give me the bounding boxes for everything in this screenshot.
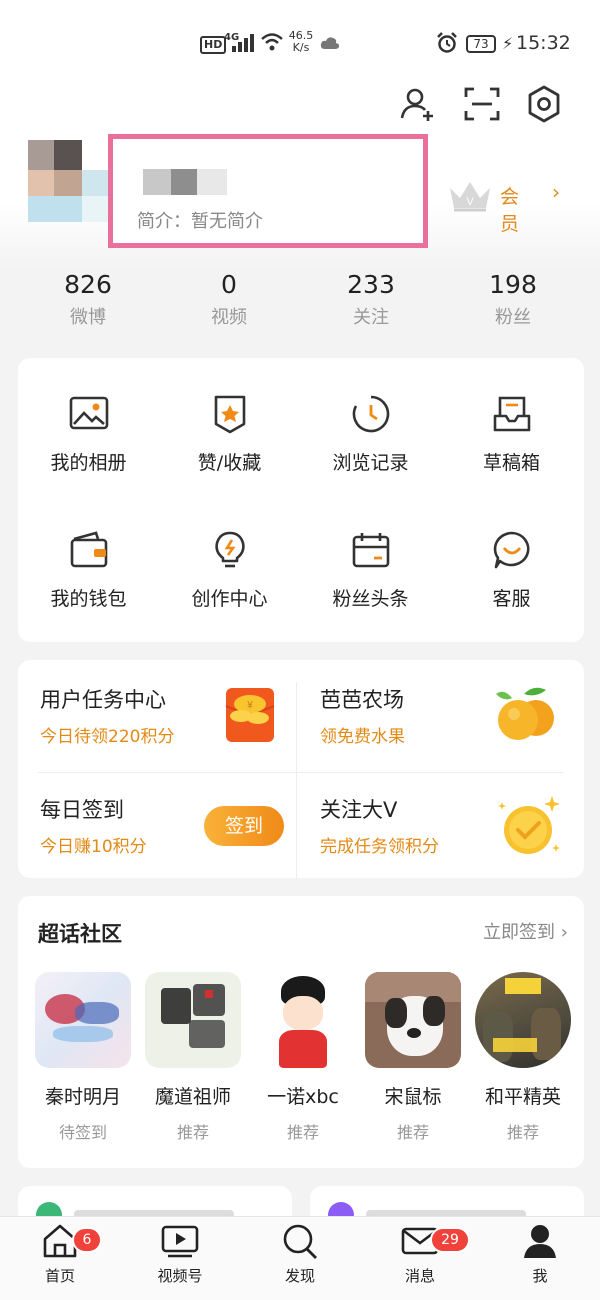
checkin-button[interactable]: 签到 — [204, 806, 284, 846]
checkin-all-link[interactable]: 立即签到 › — [483, 918, 568, 944]
tool-photo-album[interactable]: 我的相册 — [18, 394, 159, 475]
tab-home[interactable]: 首页 — [0, 1221, 120, 1286]
task-baba-farm[interactable]: 芭芭农场 领免费水果 — [320, 684, 405, 747]
topic-thumbnail — [365, 972, 461, 1068]
fruit-icon — [496, 687, 554, 740]
add-friend-icon[interactable] — [398, 84, 438, 124]
tasks-card: 用户任务中心 今日待领220积分 ¥ 芭芭农场 领免费水果 每日签到 今日赚10… — [18, 660, 584, 882]
topic-thumbnail — [145, 972, 241, 1068]
super-topics-title: 超话社区 — [38, 922, 122, 946]
topic-item[interactable]: 秦时明月 待签到 — [28, 972, 138, 1143]
profile-info-highlight[interactable]: 简介：暂无简介 — [108, 134, 428, 248]
topic-item[interactable]: 魔道祖师 推荐 — [138, 972, 248, 1143]
divider — [38, 772, 564, 773]
topic-item[interactable]: 宋鼠标 推荐 — [358, 972, 468, 1143]
bottom-tab-bar: 首页 6 视频号 发现 消息 29 我 — [0, 1216, 600, 1300]
battery-level: 73 — [466, 35, 496, 53]
chevron-right-icon: › — [560, 922, 568, 943]
photo-album-icon — [69, 396, 108, 430]
divider — [296, 682, 297, 882]
crown-icon: V — [450, 182, 490, 212]
fan-headline-icon — [352, 533, 389, 568]
network-speed: 46.5 K/s — [288, 29, 314, 54]
clock: 15:32 — [516, 32, 571, 54]
stat-weibo[interactable]: 826 微博 — [23, 270, 153, 329]
avatar[interactable] — [28, 140, 108, 222]
wallet-icon — [70, 531, 107, 568]
stat-video[interactable]: 0 视频 — [164, 270, 294, 329]
task-daily-checkin[interactable]: 每日签到 今日赚10积分 — [40, 794, 147, 857]
super-topics-card: 超话社区 立即签到 › 秦时明月 待签到 魔道祖师 推荐 一诺xbc 推荐 宋鼠… — [18, 896, 584, 1168]
alarm-icon — [437, 32, 457, 53]
tool-drafts[interactable]: 草稿箱 — [441, 394, 582, 475]
hd-indicator: HD — [200, 36, 227, 54]
profile-stats: 826 微博 0 视频 233 关注 198 粉丝 — [0, 270, 600, 340]
profile-icon — [524, 1225, 556, 1258]
chevron-right-icon: › — [552, 180, 560, 204]
topic-thumbnail — [255, 972, 351, 1068]
topic-item[interactable]: 和平精英 推荐 — [468, 972, 578, 1143]
task-follow-big-v[interactable]: 关注大V 完成任务领积分 — [320, 794, 439, 857]
charging-icon: ⚡ — [502, 34, 514, 53]
creator-bulb-icon — [214, 531, 245, 568]
signal-icon — [232, 34, 254, 52]
settings-icon[interactable] — [524, 84, 564, 124]
tab-me[interactable]: 我 — [480, 1221, 600, 1286]
bio-text: 简介：暂无简介 — [137, 211, 263, 232]
favorites-icon — [214, 395, 245, 434]
svg-text:¥: ¥ — [246, 700, 253, 711]
tab-video[interactable]: 视频号 — [120, 1221, 240, 1286]
topic-thumbnail — [475, 972, 571, 1068]
video-icon — [161, 1225, 199, 1258]
tool-history[interactable]: 浏览记录 — [300, 394, 441, 475]
stat-followers[interactable]: 198 粉丝 — [448, 270, 578, 329]
tab-discover[interactable]: 发现 — [240, 1221, 360, 1286]
wifi-icon — [261, 33, 283, 51]
topic-item[interactable]: 一诺xbc 推荐 — [248, 972, 358, 1143]
tool-customer-service[interactable]: 客服 — [441, 530, 582, 611]
messages-badge: 29 — [430, 1227, 470, 1253]
tool-wallet[interactable]: 我的钱包 — [18, 530, 159, 611]
tool-favorites[interactable]: 赞/收藏 — [159, 394, 300, 475]
task-user-center[interactable]: 用户任务中心 今日待领220积分 — [40, 684, 174, 747]
username-blurred — [143, 169, 233, 195]
customer-service-icon — [493, 531, 529, 569]
svg-text:V: V — [466, 196, 474, 208]
tool-creator-center[interactable]: 创作中心 — [159, 530, 300, 611]
home-badge: 6 — [72, 1227, 102, 1253]
tools-card: 我的相册 赞/收藏 浏览记录 草稿箱 我的钱包 创作中心 粉丝头条 客服 — [18, 358, 584, 642]
history-icon — [352, 395, 389, 433]
stat-following[interactable]: 233 关注 — [306, 270, 436, 329]
tool-fan-headline[interactable]: 粉丝头条 — [300, 530, 441, 611]
coin-envelope-icon: ¥ — [225, 688, 275, 742]
scan-icon[interactable] — [462, 84, 502, 124]
status-bar: HD 4G 46.5 K/s 73 ⚡ 15:32 — [0, 26, 600, 66]
gold-check-coin-icon — [498, 796, 560, 854]
topic-thumbnail — [35, 972, 131, 1068]
drafts-icon — [493, 396, 530, 432]
search-icon — [283, 1224, 317, 1259]
cloud-icon — [320, 37, 340, 49]
vip-label: 会员 — [500, 186, 520, 235]
